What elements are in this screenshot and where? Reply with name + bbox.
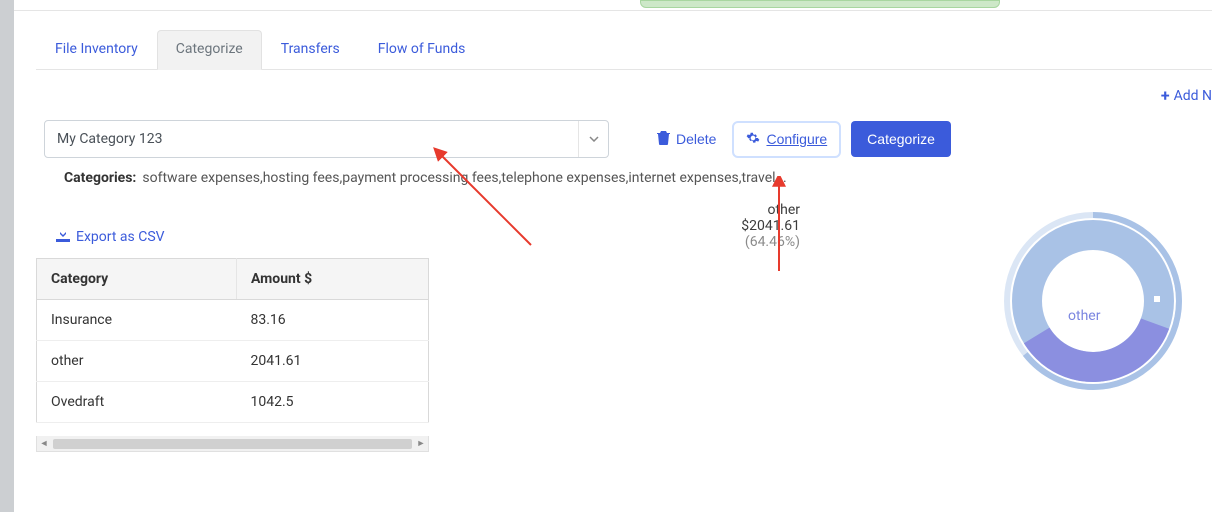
export-csv-link[interactable]: Export as CSV	[56, 228, 165, 246]
donut-center-label: other	[1068, 308, 1100, 324]
col-amount[interactable]: Amount $	[237, 259, 429, 300]
add-new-button[interactable]: + Add N	[1161, 88, 1212, 104]
delete-button[interactable]: Delete	[651, 123, 722, 156]
cell-category: Ovedraft	[37, 382, 237, 423]
table-row[interactable]: other 2041.61	[37, 341, 429, 382]
left-gutter	[0, 0, 14, 512]
add-new-label: Add N	[1174, 88, 1212, 104]
scroll-right-arrow-icon[interactable]: ►	[414, 436, 428, 451]
annotation-arrow-icon	[431, 145, 541, 255]
delete-label: Delete	[676, 131, 716, 147]
divider-top	[14, 10, 1212, 11]
table-row[interactable]: Insurance 83.16	[37, 300, 429, 341]
tab-bar: File Inventory Categorize Transfers Flow…	[36, 30, 1212, 70]
trash-icon	[657, 131, 670, 148]
download-icon	[56, 228, 70, 246]
cell-category: Insurance	[37, 300, 237, 341]
toast-success	[640, 0, 1000, 8]
plus-icon: +	[1161, 88, 1170, 104]
categories-label: Categories:	[64, 170, 136, 186]
categorize-button[interactable]: Categorize	[851, 121, 951, 157]
tab-transfers[interactable]: Transfers	[262, 30, 359, 69]
category-table: Category Amount $ Insurance 83.16 other …	[36, 258, 429, 423]
chevron-down-icon[interactable]	[578, 121, 608, 157]
tab-flow-of-funds[interactable]: Flow of Funds	[359, 30, 485, 69]
scroll-left-arrow-icon[interactable]: ◄	[37, 436, 51, 451]
annotation-arrow-icon	[771, 176, 787, 276]
cell-amount: 1042.5	[237, 382, 429, 423]
cell-amount: 2041.61	[237, 341, 429, 382]
table-horizontal-scrollbar[interactable]: ◄ ►	[36, 436, 429, 452]
col-category[interactable]: Category	[37, 259, 237, 300]
tab-categorize[interactable]: Categorize	[157, 30, 262, 70]
tab-file-inventory[interactable]: File Inventory	[36, 30, 157, 69]
export-csv-label: Export as CSV	[76, 229, 165, 245]
configure-label: Configure	[766, 131, 827, 147]
table-row[interactable]: Ovedraft 1042.5	[37, 382, 429, 423]
cell-amount: 83.16	[237, 300, 429, 341]
donut-chart[interactable]	[998, 206, 1188, 396]
categorize-label: Categorize	[867, 131, 935, 147]
categories-summary: Categories: software expenses,hosting fe…	[64, 170, 787, 186]
configure-button[interactable]: Configure	[732, 121, 841, 158]
scroll-track[interactable]	[53, 439, 412, 449]
gear-icon	[746, 131, 760, 148]
cell-category: other	[37, 341, 237, 382]
